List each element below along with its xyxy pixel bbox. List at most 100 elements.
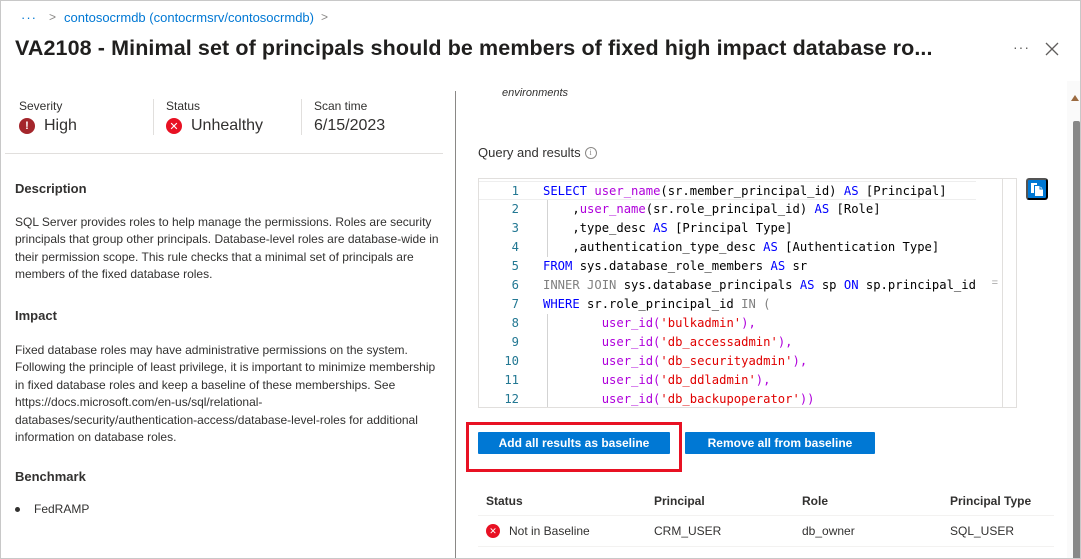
- benchmark-list: FedRAMP: [15, 502, 89, 516]
- benchmark-item-label: FedRAMP: [34, 502, 90, 516]
- divider: [5, 153, 443, 154]
- remove-all-from-baseline-button[interactable]: Remove all from baseline: [685, 432, 875, 454]
- line-number: 3: [511, 221, 519, 235]
- code-token: sp.principal_id: [858, 278, 976, 292]
- code-text: user_id('db_accessadmin'),: [519, 333, 793, 352]
- cell-principal: CRM_USER: [654, 524, 722, 538]
- column-header-principal-type[interactable]: Principal Type: [950, 494, 1054, 508]
- code-token: AS: [843, 184, 859, 198]
- indent-guide: [547, 352, 548, 371]
- indent-guide: [547, 390, 548, 407]
- code-scrollbar[interactable]: [1002, 179, 1016, 407]
- cell-status: ✕ Not in Baseline: [478, 524, 654, 538]
- impact-text: Fixed database roles may have administra…: [15, 343, 436, 445]
- line-number: 2: [511, 202, 519, 216]
- code-token: user_name: [594, 184, 661, 198]
- scan-time-field: Scan time 6/15/2023: [301, 99, 399, 135]
- indent-guide: [547, 314, 548, 333]
- table-header: Status Principal Role Principal Type: [478, 486, 1054, 516]
- indent-guide: [547, 371, 548, 390]
- code-token: 'db_securityadmin': [660, 354, 793, 368]
- code-token: SELECT: [543, 184, 595, 198]
- overflow-marker: =: [991, 277, 998, 289]
- severity-field: Severity ! High: [19, 99, 153, 135]
- close-icon: [1045, 42, 1059, 56]
- code-token: )): [799, 392, 815, 406]
- benchmark-item: FedRAMP: [15, 502, 89, 516]
- code-text: ,type_desc AS [Principal Type]: [519, 219, 793, 238]
- code-token: 'db_backupoperator': [660, 392, 800, 406]
- code-line: 10 user_id('db_securityadmin'),: [479, 352, 976, 371]
- more-options-button[interactable]: ···: [1013, 39, 1030, 55]
- copy-query-button[interactable]: [1026, 178, 1048, 200]
- severity-label: Severity: [19, 99, 63, 113]
- column-header-principal[interactable]: Principal: [654, 494, 802, 508]
- scan-time-label: Scan time: [314, 99, 368, 113]
- code-line: 9 user_id('db_accessadmin'),: [479, 333, 976, 352]
- code-token: ),: [755, 373, 771, 387]
- code-token: FROM: [543, 259, 573, 273]
- code-token: ON: [843, 278, 859, 292]
- indent-guide: [547, 333, 548, 352]
- code-token: user_id(: [543, 335, 661, 349]
- code-token: AS: [799, 278, 815, 292]
- code-line: 6 INNER JOIN sys.database_principals AS s…: [479, 276, 976, 295]
- query-code-editor[interactable]: 1 SELECT user_name(sr.member_principal_id…: [478, 178, 1017, 408]
- code-token: ,: [543, 202, 580, 216]
- breadcrumb-link-database[interactable]: contosocrmdb (contocrmsrv/contosocrmdb): [64, 10, 314, 25]
- code-token: 'db_accessadmin': [660, 335, 778, 349]
- status-value-wrap: ✕ Unhealthy: [166, 117, 287, 135]
- close-button[interactable]: [1044, 41, 1060, 57]
- code-token: user_id(: [543, 373, 661, 387]
- code-text: user_id('bulkadmin'),: [519, 314, 756, 333]
- code-line: 4 ,authentication_type_desc AS [Authenti…: [479, 238, 976, 257]
- code-token: (sr.member_principal_id): [660, 184, 844, 198]
- code-token: WHERE: [543, 297, 580, 311]
- code-text: WHERE sr.role_principal_id IN (: [519, 295, 770, 314]
- breadcrumb-overflow-button[interactable]: ···: [21, 10, 37, 25]
- cell-principal-type: SQL_USER: [950, 524, 1015, 538]
- code-line: 5 FROM sys.database_role_members AS sr: [479, 257, 976, 276]
- details-left-panel: Severity ! High Status ✕ Unhealthy Scan …: [1, 91, 455, 558]
- column-header-role[interactable]: Role: [802, 494, 950, 508]
- code-token: AS: [814, 202, 830, 216]
- scrollbar-thumb[interactable]: [1073, 121, 1080, 558]
- code-token: ),: [792, 354, 808, 368]
- code-line: 3 ,type_desc AS [Principal Type]: [479, 219, 976, 238]
- line-number: 11: [504, 373, 519, 387]
- info-icon[interactable]: i: [584, 146, 597, 159]
- line-number: 4: [511, 240, 519, 254]
- line-number: 5: [511, 259, 519, 273]
- code-token: ,authentication_type_desc: [543, 240, 764, 254]
- code-token: IN (: [741, 297, 771, 311]
- code-token: [Role]: [829, 202, 881, 216]
- line-number: 12: [504, 392, 519, 406]
- page-title: VA2108 - Minimal set of principals shoul…: [15, 36, 933, 60]
- table-row[interactable]: ✕ Not in Baseline CRM_USER db_owner SQL_…: [478, 516, 1054, 547]
- code-token: sr.role_principal_id: [579, 297, 742, 311]
- error-circle-icon: ✕: [486, 524, 500, 538]
- code-token: (sr.role_principal_id): [645, 202, 815, 216]
- column-header-status[interactable]: Status: [478, 494, 654, 508]
- status-text: Not in Baseline: [509, 524, 590, 538]
- chevron-right-icon: >: [49, 10, 57, 24]
- status-label: Status: [166, 99, 201, 113]
- query-results-panel: environments Query and results i 1 SELECT…: [456, 81, 1068, 558]
- code-token: ,type_desc: [543, 221, 654, 235]
- status-value: Unhealthy: [191, 117, 264, 134]
- error-badge-icon: !: [19, 118, 35, 134]
- page-scrollbar[interactable]: [1067, 81, 1081, 558]
- code-token: [Principal]: [858, 184, 947, 198]
- code-token: sys.database_role_members: [572, 259, 771, 273]
- code-text: FROM sys.database_role_members AS sr: [519, 257, 807, 276]
- breadcrumb: ··· > contosocrmdb (contocrmsrv/contosoc…: [21, 7, 328, 27]
- description-heading: Description: [15, 181, 87, 196]
- scroll-up-arrow-icon[interactable]: [1071, 95, 1079, 101]
- code-text: ,user_name(sr.role_principal_id) AS [Rol…: [519, 200, 881, 219]
- code-token: 'bulkadmin': [660, 316, 742, 330]
- query-results-title: Query and results: [478, 145, 581, 160]
- severity-value-wrap: ! High: [19, 117, 139, 135]
- add-all-results-as-baseline-button[interactable]: Add all results as baseline: [478, 432, 670, 454]
- code-token: AS: [653, 221, 668, 235]
- chevron-right-icon: >: [321, 10, 329, 24]
